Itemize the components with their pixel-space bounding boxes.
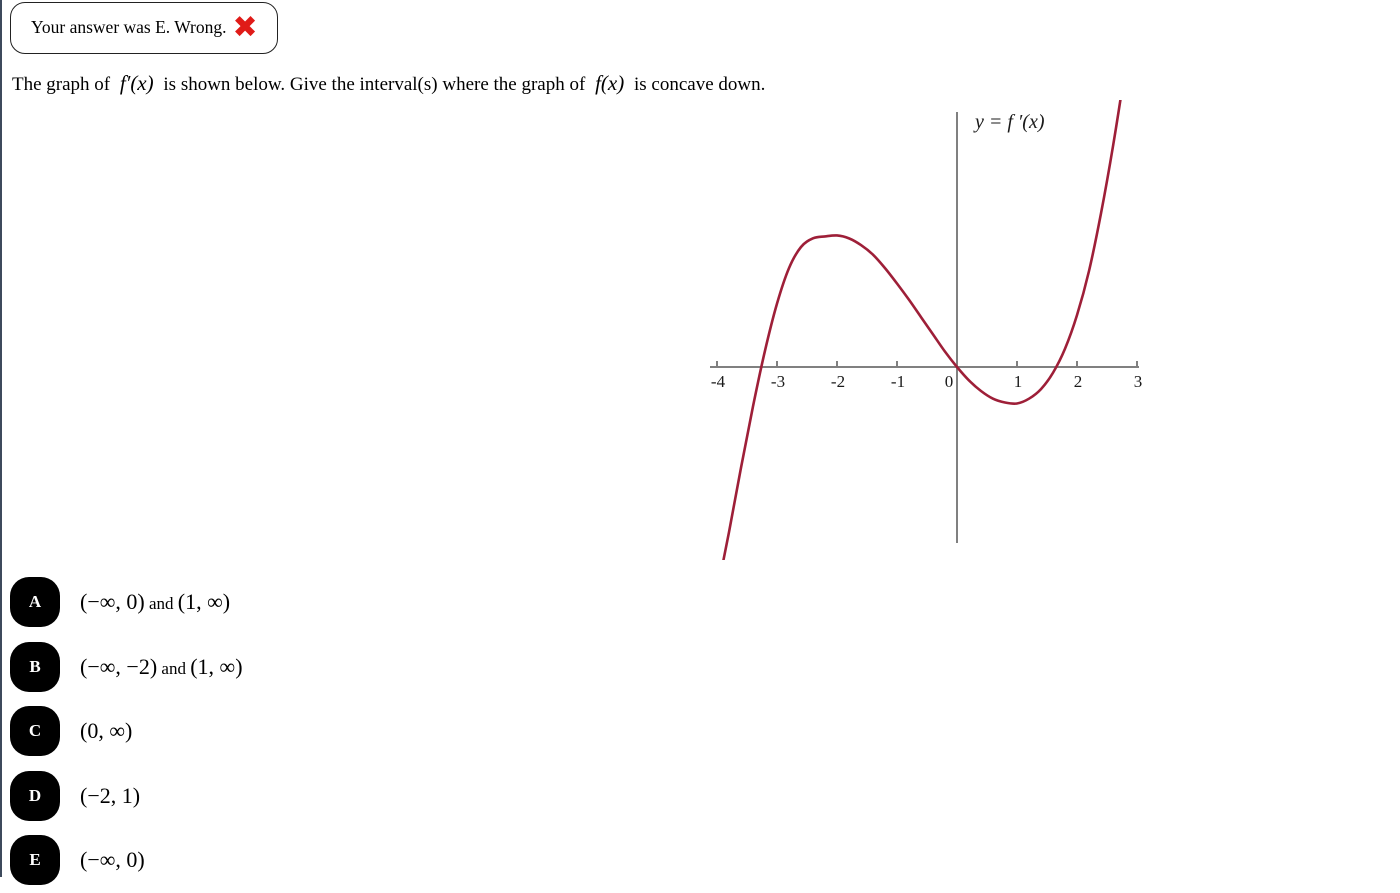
derivative-curve xyxy=(722,100,1122,560)
option-badge-c[interactable]: C xyxy=(10,706,60,757)
option-label-a: (−∞, 0) and (1, ∞) xyxy=(80,591,230,613)
option-badge-d[interactable]: D xyxy=(10,770,60,821)
question-page: Your answer was E. Wrong. ✖ The graph of… xyxy=(0,0,1400,886)
option-badge-b[interactable]: B xyxy=(10,641,60,692)
x-tick-label: -1 xyxy=(891,372,905,391)
graph-figure: -4 -3 -2 -1 0 1 2 3 y = f ′(x) xyxy=(682,100,1162,560)
option-label-b: (−∞, −2) and (1, ∞) xyxy=(80,653,243,679)
x-tick-label: 1 xyxy=(1014,372,1023,391)
answer-option-e[interactable]: E (−∞, 0) xyxy=(2,828,702,893)
feedback-banner: Your answer was E. Wrong. ✖ xyxy=(10,2,278,54)
option-badge-a[interactable]: A xyxy=(10,577,60,628)
option-d-interval-1: (−2, 1) xyxy=(80,782,141,808)
answer-options-list: A (−∞, 0) and (1, ∞) B (−∞, −2) and (1, … xyxy=(2,570,702,893)
option-b-interval-1: (−∞, −2) xyxy=(80,653,158,679)
answer-option-b[interactable]: B (−∞, −2) and (1, ∞) xyxy=(2,635,702,700)
x-tick-label: -4 xyxy=(711,372,726,391)
x-tick-label: 3 xyxy=(1134,372,1143,391)
feedback-message: Your answer was E. Wrong. xyxy=(31,17,227,38)
answer-option-a[interactable]: A (−∞, 0) and (1, ∞) xyxy=(2,570,702,635)
prompt-math-f: f(x) xyxy=(595,71,625,95)
x-tick-label-origin: 0 xyxy=(945,372,954,391)
prompt-part-2: is shown below. Give the interval(s) whe… xyxy=(163,74,586,95)
option-label-d: (−2, 1) xyxy=(80,782,141,808)
option-a-interval-2: (1, ∞) xyxy=(177,589,231,615)
option-label-e: (−∞, 0) xyxy=(80,849,145,871)
answer-option-c[interactable]: C (0, ∞) xyxy=(2,699,702,764)
x-tick-label: -3 xyxy=(771,372,785,391)
prompt-math-fprime: f′(x) xyxy=(119,71,154,95)
answer-option-d[interactable]: D (−2, 1) xyxy=(2,764,702,829)
x-tick-label: 2 xyxy=(1074,372,1083,391)
option-badge-e[interactable]: E xyxy=(10,835,60,886)
red-x-icon: ✖ xyxy=(232,9,258,45)
prompt-part-3: is concave down. xyxy=(633,74,766,95)
prompt-part-1: The graph of xyxy=(12,74,111,95)
option-b-interval-2: (1, ∞) xyxy=(190,653,243,679)
derivative-graph-svg: -4 -3 -2 -1 0 1 2 3 y = f ′(x) xyxy=(710,100,1142,560)
question-prompt: The graph of f′(x) is shown below. Give … xyxy=(12,71,766,95)
option-e-interval-1: (−∞, 0) xyxy=(80,847,145,873)
option-b-conjunction: and xyxy=(157,658,191,678)
x-tick-label: -2 xyxy=(831,372,845,391)
option-c-interval-1: (0, ∞) xyxy=(80,718,133,744)
option-a-conjunction: and xyxy=(144,594,178,614)
option-a-interval-1: (−∞, 0) xyxy=(80,589,145,615)
x-tick-labels: -4 -3 -2 -1 0 1 2 3 xyxy=(711,372,1142,391)
curve-label: y = f ′(x) xyxy=(973,111,1045,133)
option-label-c: (0, ∞) xyxy=(80,720,132,742)
